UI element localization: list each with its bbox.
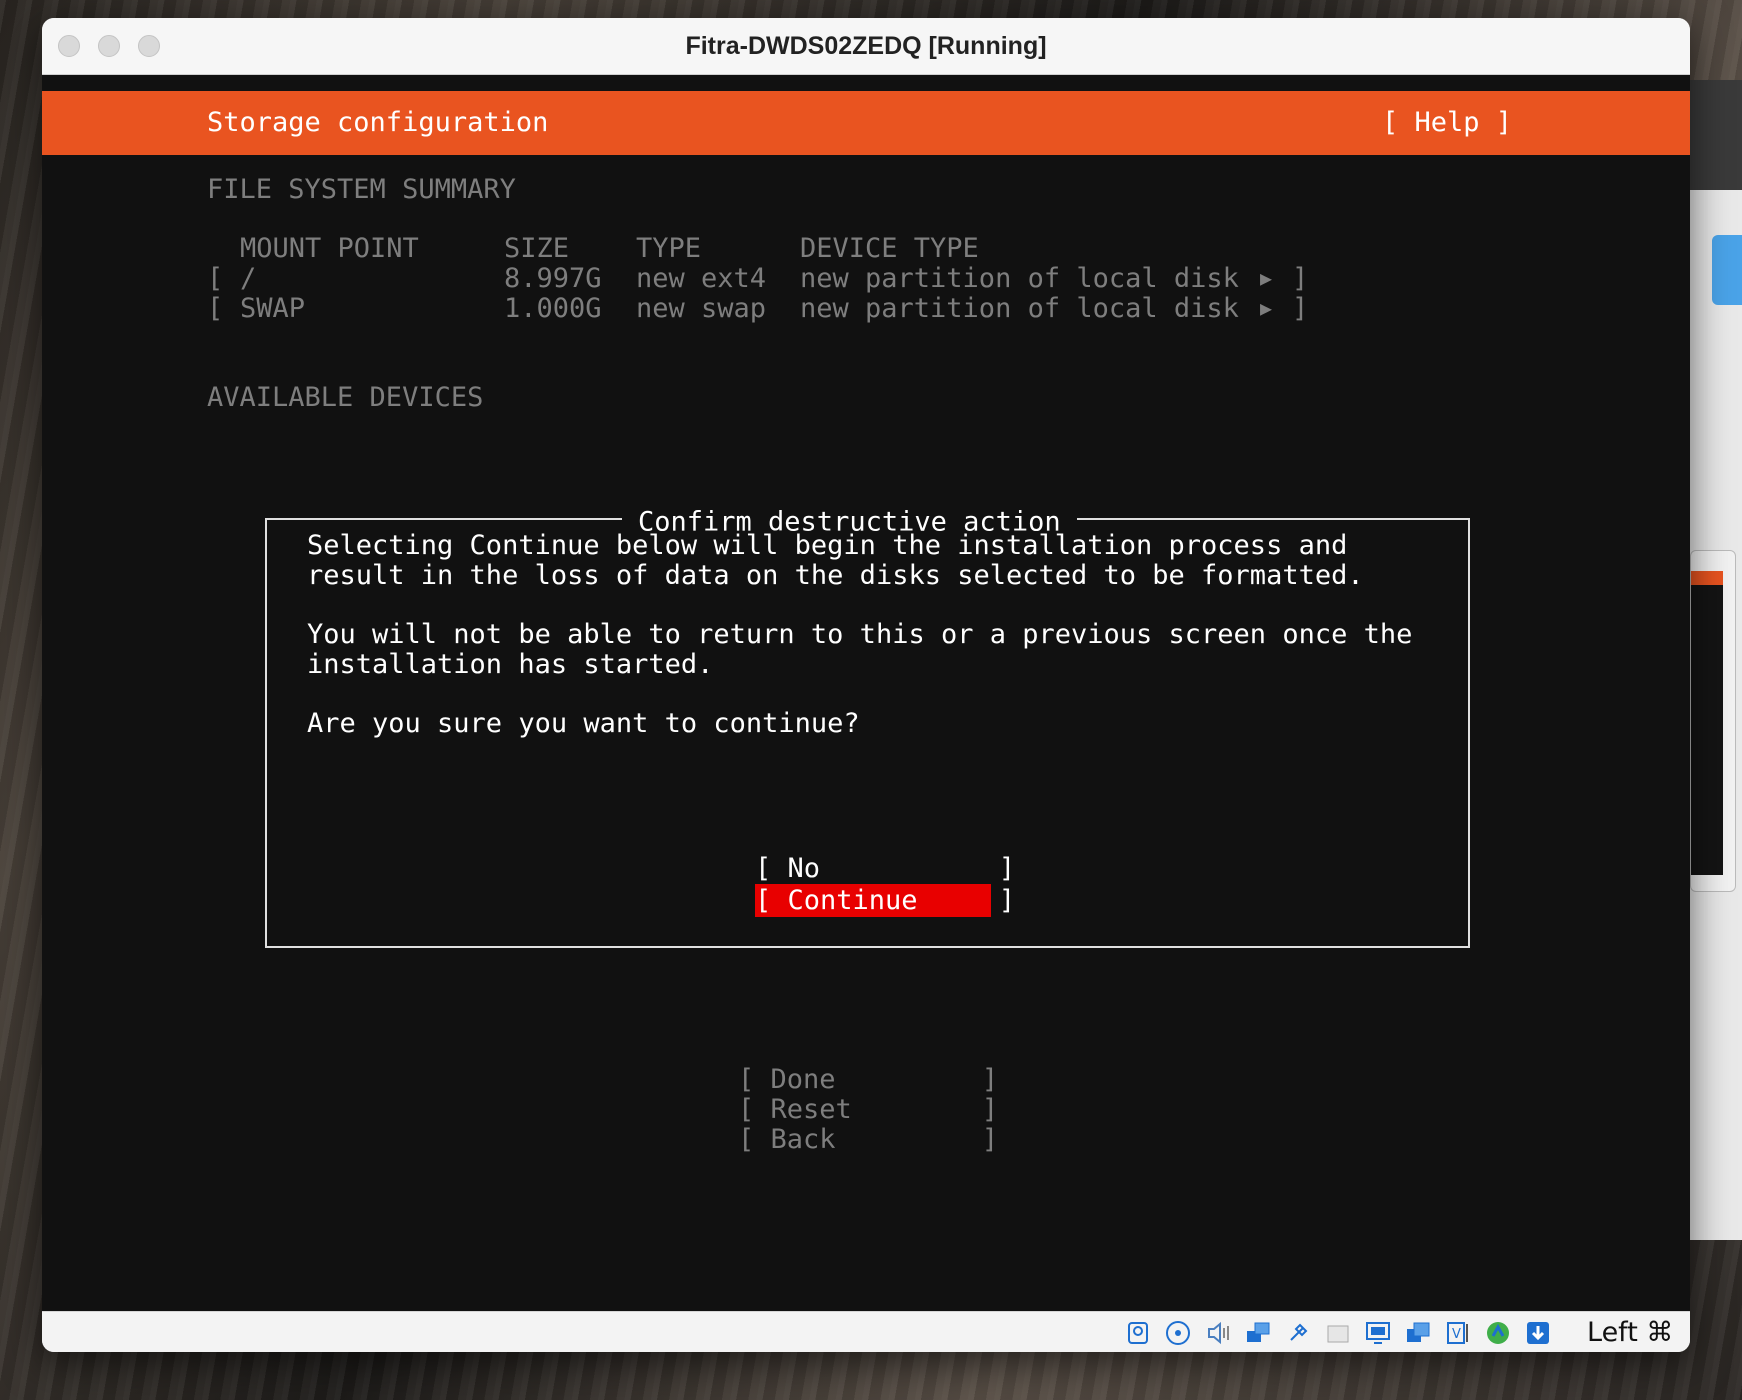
installer-header: Storage configuration [ Help ] <box>42 91 1690 155</box>
device-value: new partition of local disk <box>800 263 1239 294</box>
no-button[interactable]: [ No ] <box>755 852 1015 885</box>
mouse-integration-icon[interactable] <box>1483 1318 1513 1348</box>
window-titlebar: Fitra-DWDS02ZEDQ [Running] <box>42 18 1690 75</box>
dialog-text-line: Selecting Continue below will begin the … <box>307 530 1348 561</box>
type-value: new ext4 <box>636 263 767 294</box>
column-mount-point: MOUNT POINT <box>240 233 419 264</box>
mount-point: SWAP <box>240 293 306 324</box>
download-icon[interactable] <box>1523 1318 1553 1348</box>
back-button[interactable]: [ Back ] <box>738 1123 998 1156</box>
type-value: new swap <box>636 293 767 324</box>
window-title: Fitra-DWDS02ZEDQ [Running] <box>685 32 1047 60</box>
vm-screen[interactable]: Storage configuration [ Help ] FILE SYST… <box>42 75 1690 1311</box>
dialog-text-line: You will not be able to return to this o… <box>307 619 1413 650</box>
usb-icon[interactable] <box>1283 1318 1313 1348</box>
continue-button[interactable]: [ Continue ] <box>755 884 1015 917</box>
host-key-indicator[interactable]: Left ⌘ <box>1587 1312 1673 1352</box>
page-title: Storage configuration <box>207 107 549 138</box>
vm-statusbar: V Left ⌘ <box>42 1311 1690 1352</box>
dialog-text-line: result in the loss of data on the disks … <box>307 560 1364 591</box>
help-button[interactable]: [ Help ] <box>1382 91 1512 155</box>
display-icon[interactable] <box>1363 1318 1393 1348</box>
expand-arrow-icon[interactable]: ▶ <box>1260 262 1272 295</box>
video-capture-icon[interactable]: V <box>1443 1318 1473 1348</box>
column-device-type: DEVICE TYPE <box>800 233 979 264</box>
available-devices-heading: AVAILABLE DEVICES <box>207 382 484 413</box>
svg-text:V: V <box>1452 1327 1461 1342</box>
vm-window: Fitra-DWDS02ZEDQ [Running] Storage confi… <box>42 18 1690 1352</box>
reset-button[interactable]: [ Reset ] <box>738 1093 998 1126</box>
snapshot-icon[interactable] <box>1403 1318 1433 1348</box>
mount-point: / <box>240 263 257 294</box>
size-value: 8.997G <box>504 263 602 294</box>
column-type: TYPE <box>636 233 702 264</box>
column-size: SIZE <box>504 233 570 264</box>
hard-disk-icon[interactable] <box>1123 1318 1153 1348</box>
audio-icon[interactable] <box>1203 1318 1233 1348</box>
device-value: new partition of local disk <box>800 293 1239 324</box>
dialog-question: Are you sure you want to continue? <box>307 708 860 739</box>
dialog-text-line: installation has started. <box>307 649 714 680</box>
expand-arrow-icon[interactable]: ▶ <box>1260 292 1272 325</box>
network-icon[interactable] <box>1243 1318 1273 1348</box>
optical-disc-icon[interactable] <box>1163 1318 1193 1348</box>
size-value: 1.000G <box>504 293 602 324</box>
summary-heading: FILE SYSTEM SUMMARY <box>207 174 516 205</box>
done-button[interactable]: [ Done ] <box>738 1063 998 1096</box>
background-window <box>1690 80 1742 1240</box>
shared-folders-icon[interactable] <box>1323 1318 1353 1348</box>
